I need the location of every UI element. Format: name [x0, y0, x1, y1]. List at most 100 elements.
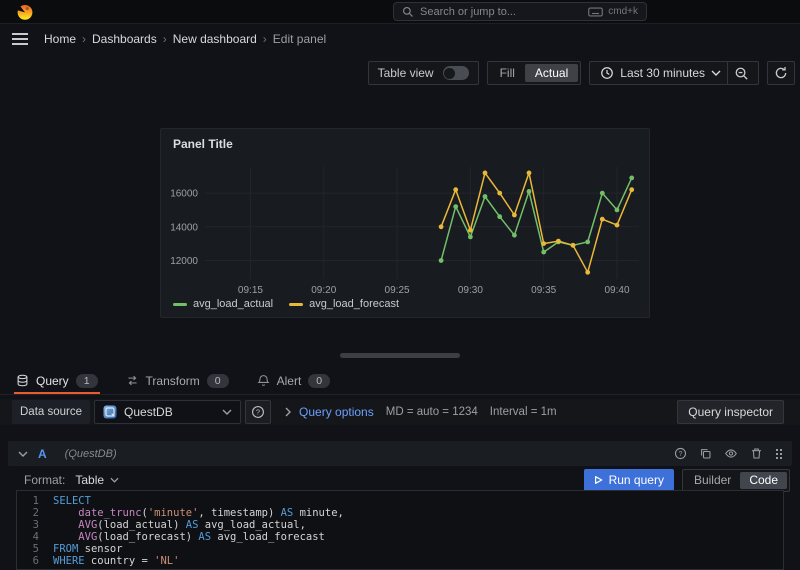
grafana-logo-icon[interactable]	[16, 3, 34, 21]
svg-text:09:25: 09:25	[385, 285, 410, 296]
info-circle-icon: ?	[674, 447, 687, 460]
tab-alert[interactable]: Alert 0	[255, 367, 333, 394]
format-value: Table	[75, 473, 105, 487]
svg-text:09:30: 09:30	[458, 285, 483, 296]
time-range-group: Last 30 minutes	[589, 61, 759, 85]
svg-text:?: ?	[256, 408, 260, 417]
search-shortcut-text: cmd+k	[608, 6, 638, 17]
code-text: date_trunc('minute', timestamp) AS minut…	[78, 507, 344, 519]
code-line[interactable]: 3 AVG(load_actual) AS avg_load_actual,	[17, 519, 783, 531]
database-icon	[16, 374, 29, 387]
panel-controls: Table view Fill Actual Last 30 minutes	[367, 61, 795, 85]
tab-query[interactable]: Query 1	[14, 367, 100, 394]
code-line[interactable]: 2 date_trunc('minute', timestamp) AS min…	[17, 507, 783, 519]
code-text: SELECT	[53, 495, 91, 507]
query-row-header[interactable]: A (QuestDB) ?	[8, 441, 792, 466]
refresh-icon	[775, 67, 787, 79]
bell-icon	[257, 374, 270, 387]
search-shortcut: cmd+k	[588, 6, 638, 17]
svg-text:12000: 12000	[170, 256, 198, 267]
query-options-label: Query options	[299, 405, 374, 419]
chevron-right-icon	[285, 407, 292, 417]
chevron-down-icon	[110, 477, 119, 483]
keyboard-icon	[588, 7, 604, 16]
search-icon	[403, 6, 413, 17]
breadcrumb-separator: ›	[162, 31, 167, 46]
max-data-points-summary: MD = auto = 1234	[385, 406, 478, 418]
trash-icon	[752, 448, 761, 459]
code-line[interactable]: 5 FROM sensor	[17, 543, 783, 555]
menu-icon[interactable]	[12, 32, 28, 45]
refresh-button[interactable]	[767, 61, 795, 85]
legend-label: avg_load_actual	[193, 298, 274, 310]
chart-legend: avg_load_actual avg_load_forecast	[173, 298, 399, 310]
breadcrumb-bar: Home › Dashboards › New dashboard › Edit…	[0, 25, 800, 52]
datasource-row: Data source QuestDB ? Query options MD =…	[0, 399, 800, 425]
actual-option[interactable]: Actual	[524, 64, 579, 82]
series-color-swatch	[173, 302, 187, 306]
grafana-edit-panel-screen: { "topbar": { "search": { "placeholder":…	[0, 0, 800, 570]
breadcrumb-new-dashboard[interactable]: New dashboard	[173, 32, 257, 46]
toggle-switch-icon[interactable]	[442, 66, 469, 80]
legend-item-actual[interactable]: avg_load_actual	[173, 298, 273, 310]
builder-option[interactable]: Builder	[685, 472, 740, 489]
collapse-chevron-icon[interactable]	[18, 451, 28, 457]
line-number: 4	[32, 531, 39, 543]
legend-item-forecast[interactable]: avg_load_forecast	[289, 298, 399, 310]
tab-label: Query	[36, 373, 69, 388]
run-query-label: Run query	[608, 473, 664, 487]
svg-text:14000: 14000	[170, 222, 198, 233]
timeseries-chart: 12000 14000 16000 09:15 09:20 09:25 09:30 09:35…	[170, 167, 639, 296]
query-inspector-button[interactable]: Query inspector	[677, 400, 784, 424]
code-line[interactable]: 6 WHERE country = 'NL'	[17, 555, 783, 567]
code-text: AVG(load_actual) AS avg_load_actual,	[78, 519, 306, 531]
tab-label: Transform	[145, 373, 200, 388]
copy-icon	[701, 449, 711, 459]
chevron-down-icon	[222, 409, 232, 415]
svg-text:09:20: 09:20	[311, 285, 336, 296]
remove-query-button[interactable]	[750, 447, 763, 460]
drag-handle-icon[interactable]	[775, 448, 782, 459]
datasource-help-button[interactable]: ?	[245, 400, 272, 424]
format-label: Format:	[24, 473, 66, 487]
breadcrumb-separator: ›	[82, 31, 87, 46]
zoom-out-button[interactable]	[728, 62, 754, 84]
tab-label: Alert	[276, 373, 302, 388]
transform-icon	[126, 374, 139, 387]
duplicate-query-button[interactable]	[699, 447, 712, 460]
search-input[interactable]: Search or jump to... cmd+k	[393, 2, 647, 21]
datasource-picker[interactable]: QuestDB	[94, 400, 242, 424]
query-ref-id: A	[38, 446, 47, 461]
breadcrumb-home[interactable]: Home	[44, 32, 76, 46]
code-line[interactable]: 1 SELECT	[17, 495, 783, 507]
time-range-picker[interactable]: Last 30 minutes	[594, 62, 727, 84]
pane-resize-handle[interactable]	[340, 353, 460, 358]
query-help-button[interactable]: ?	[674, 447, 687, 460]
clock-icon	[601, 67, 614, 79]
fill-option[interactable]: Fill	[490, 64, 525, 82]
code-text: AVG(load_forecast) AS avg_load_forecast	[78, 531, 325, 543]
line-number: 3	[32, 519, 39, 531]
hide-query-button[interactable]	[724, 447, 738, 460]
builder-code-segmented-control: Builder Code	[681, 468, 790, 492]
fill-actual-segmented-control: Fill Actual	[486, 61, 582, 85]
query-datasource-hint: (QuestDB)	[64, 447, 117, 460]
tab-badge: 1	[75, 373, 98, 388]
line-number: 2	[32, 507, 39, 519]
query-toolbar-row: Format: Table Run query Builder Code	[8, 468, 792, 492]
breadcrumb-dashboards[interactable]: Dashboards	[92, 32, 157, 46]
sql-code-editor[interactable]: 1 SELECT 2 date_trunc('minute', timestamp)…	[16, 490, 784, 570]
breadcrumb: Home › Dashboards › New dashboard › Edit…	[40, 32, 330, 46]
datasource-name: QuestDB	[124, 405, 173, 419]
query-options-toggle[interactable]: Query options	[285, 405, 374, 419]
editor-tabs: Query 1 Transform 0 Alert 0	[0, 367, 800, 395]
table-view-toggle[interactable]: Table view	[367, 61, 479, 85]
code-line[interactable]: 4 AVG(load_forecast) AS avg_load_forecas…	[17, 531, 783, 543]
table-view-label: Table view	[377, 66, 434, 80]
format-select[interactable]: Table	[75, 473, 119, 487]
tab-transform[interactable]: Transform 0	[124, 367, 231, 394]
query-row-actions: ?	[674, 447, 782, 460]
code-text: FROM sensor	[53, 543, 123, 555]
code-option[interactable]: Code	[740, 471, 787, 489]
run-query-button[interactable]: Run query	[583, 469, 674, 491]
